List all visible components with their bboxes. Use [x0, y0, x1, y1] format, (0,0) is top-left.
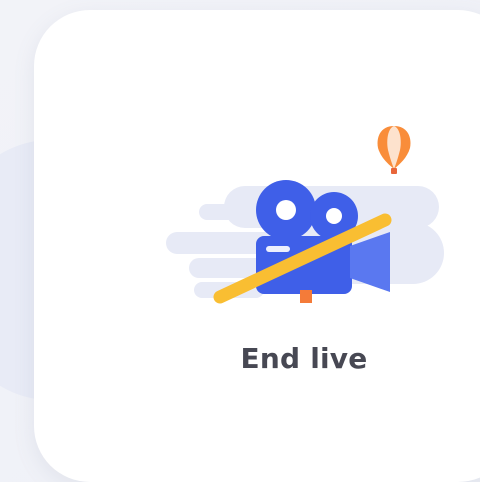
camera-stand	[300, 290, 312, 303]
end-live-card[interactable]: End live	[34, 10, 480, 482]
screen: End live	[0, 0, 480, 482]
video-camera-off-icon	[166, 126, 444, 304]
card-label: End live	[240, 342, 368, 375]
hot-air-balloon-icon	[377, 126, 411, 174]
